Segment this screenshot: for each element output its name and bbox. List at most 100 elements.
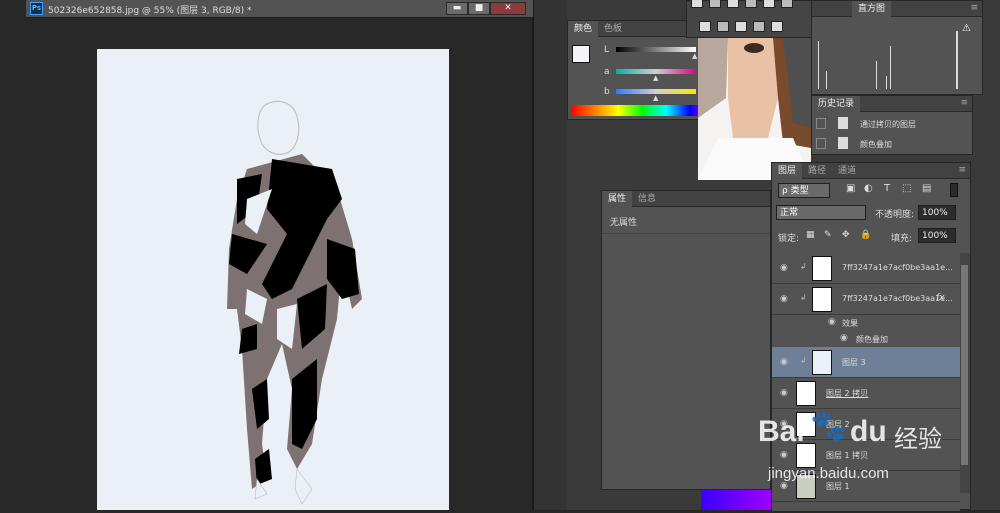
lock-transparent-icon[interactable]: ▦ bbox=[806, 230, 815, 240]
tab-layers[interactable]: 图层 bbox=[772, 163, 803, 179]
l-slider[interactable] bbox=[616, 47, 696, 52]
color-lookup-icon[interactable] bbox=[781, 0, 793, 8]
navigator-preview[interactable] bbox=[698, 38, 811, 180]
maximize-button[interactable]: ■ bbox=[468, 2, 490, 15]
history-panel: 历史记录 ≡ 通过拷贝的图层 颜色叠加 bbox=[811, 95, 973, 155]
selective-color-icon[interactable] bbox=[753, 21, 765, 32]
tab-color[interactable]: 颜色 bbox=[568, 21, 599, 37]
layer-name: 图层 2 拷贝 bbox=[826, 389, 869, 398]
lock-position-icon[interactable]: ✥ bbox=[842, 230, 850, 240]
visibility-eye-icon[interactable]: ◉ bbox=[780, 388, 792, 398]
lock-label: 锁定: bbox=[778, 234, 800, 244]
layer-row[interactable]: ◉ ↲ 7ff3247a1e7acf0be3aa1e... fx bbox=[772, 284, 960, 315]
b-slider-thumb-icon[interactable]: ▲ bbox=[653, 94, 658, 102]
balance-icon[interactable] bbox=[709, 0, 721, 8]
clip-arrow-icon: ↲ bbox=[800, 293, 807, 302]
clip-arrow-icon: ↲ bbox=[800, 356, 807, 365]
panel-menu-icon[interactable]: ≡ bbox=[970, 3, 978, 13]
lock-all-icon[interactable]: 🔒 bbox=[860, 230, 871, 240]
posterize-icon[interactable] bbox=[717, 21, 729, 32]
filter-type-icon[interactable]: T bbox=[884, 183, 890, 194]
a-slider-thumb-icon[interactable]: ▲ bbox=[653, 74, 658, 82]
tab-swatches[interactable]: 色板 bbox=[598, 21, 628, 37]
baidu-watermark: Bai 🐾 du 经验 jingyan.baidu.com bbox=[758, 409, 948, 495]
effect-item-row[interactable]: ◉ 颜色叠加 bbox=[772, 331, 960, 347]
history-item[interactable]: 通过拷贝的图层 bbox=[812, 114, 972, 133]
warning-icon[interactable]: ⚠ bbox=[962, 23, 971, 34]
tab-channels[interactable]: 通道 bbox=[832, 163, 862, 179]
panel-menu-icon[interactable]: ≡ bbox=[960, 98, 968, 108]
watermark-url: jingyan.baidu.com bbox=[768, 465, 889, 482]
channel-mixer-icon[interactable] bbox=[763, 0, 775, 8]
right-ruler bbox=[971, 162, 1000, 510]
fx-icon[interactable]: fx bbox=[936, 293, 945, 303]
invert-icon[interactable] bbox=[699, 21, 711, 32]
opacity-label: 不透明度: bbox=[875, 210, 915, 220]
visibility-eye-icon[interactable]: ◉ bbox=[780, 263, 792, 273]
levels-icon[interactable] bbox=[691, 0, 703, 8]
filter-pixel-icon[interactable]: ▣ bbox=[846, 183, 855, 194]
opacity-field[interactable]: 100% bbox=[918, 205, 956, 220]
properties-panel: 属性 信息 无属性 bbox=[601, 190, 771, 490]
panel-menu-icon[interactable]: ≡ bbox=[958, 165, 966, 175]
fill-field[interactable]: 100% bbox=[918, 228, 956, 243]
layer-row[interactable]: ◉ 图层 2 拷贝 bbox=[772, 378, 960, 409]
document-title: 502326e652858.jpg @ 55% (图层 3, RGB/8) * bbox=[48, 6, 252, 16]
layers-scrollbar[interactable] bbox=[960, 253, 970, 493]
history-checkbox[interactable] bbox=[816, 138, 826, 149]
layer-row[interactable]: ◉ ↲ 7ff3247a1e7acf0be3aa1e... bbox=[772, 253, 960, 284]
lock-image-icon[interactable]: ✎ bbox=[824, 230, 832, 240]
layer-thumbnail bbox=[812, 256, 832, 281]
document-icon bbox=[838, 117, 848, 129]
l-slider-thumb-icon[interactable]: ▲ bbox=[692, 52, 697, 60]
photoshop-logo-icon: Ps bbox=[30, 2, 43, 15]
paw-icon: 🐾 bbox=[810, 409, 848, 444]
blend-mode-select[interactable]: 正常 bbox=[776, 205, 866, 220]
minimize-button[interactable]: ▬ bbox=[446, 2, 468, 15]
filter-toggle[interactable] bbox=[950, 183, 958, 197]
visibility-eye-icon[interactable]: ◉ bbox=[780, 294, 792, 304]
tab-paths[interactable]: 路径 bbox=[802, 163, 832, 179]
photo-filter-icon[interactable] bbox=[745, 0, 757, 8]
gradient-map-icon[interactable] bbox=[771, 21, 783, 32]
effects-label: 效果 bbox=[842, 319, 858, 328]
fill-label: 填充: bbox=[891, 234, 913, 244]
watermark-brand: Bai bbox=[758, 415, 805, 448]
tab-navigator[interactable] bbox=[812, 1, 824, 17]
watermark-cn: 经验 bbox=[894, 425, 942, 453]
scrollbar-thumb[interactable] bbox=[961, 265, 968, 465]
portrait-photo bbox=[698, 38, 811, 180]
history-item[interactable]: 颜色叠加 bbox=[812, 134, 972, 153]
history-item-label: 通过拷贝的图层 bbox=[860, 120, 916, 129]
walking-man-artwork bbox=[227, 100, 362, 505]
tab-properties[interactable]: 属性 bbox=[602, 191, 633, 207]
tab-info[interactable]: 信息 bbox=[632, 191, 662, 207]
filter-shape-icon[interactable]: ⬚ bbox=[902, 183, 911, 194]
visibility-eye-icon[interactable]: ◉ bbox=[840, 333, 848, 343]
histogram-panel: 直方图 ≡ ⚠ bbox=[811, 0, 983, 95]
document-icon bbox=[838, 137, 848, 149]
tab-history[interactable]: 历史记录 bbox=[812, 96, 861, 112]
effect-item-label: 颜色叠加 bbox=[856, 335, 888, 344]
visibility-eye-icon[interactable]: ◉ bbox=[780, 357, 792, 367]
channel-a-label: a bbox=[604, 67, 610, 77]
filter-kind-select[interactable]: ρ 类型 bbox=[778, 183, 830, 198]
layer-thumbnail bbox=[812, 350, 832, 375]
layer-name: 7ff3247a1e7acf0be3aa1e... bbox=[842, 263, 953, 272]
tab-histogram[interactable]: 直方图 bbox=[852, 1, 892, 17]
histogram-bars bbox=[818, 31, 958, 89]
history-checkbox[interactable] bbox=[816, 118, 826, 129]
layer-name: 图层 3 bbox=[842, 358, 866, 367]
visibility-eye-icon[interactable]: ◉ bbox=[828, 317, 836, 327]
channel-l-label: L bbox=[604, 45, 610, 55]
document-canvas[interactable] bbox=[97, 49, 449, 510]
foreground-color-swatch[interactable] bbox=[572, 45, 590, 63]
threshold-icon[interactable] bbox=[735, 21, 747, 32]
effects-row[interactable]: ◉ 效果 bbox=[772, 315, 960, 331]
filter-adjustment-icon[interactable]: ◐ bbox=[864, 183, 873, 194]
close-button[interactable]: ✕ bbox=[490, 2, 526, 15]
black-white-icon[interactable] bbox=[727, 0, 739, 8]
channel-b-label: b bbox=[604, 87, 610, 97]
layer-row-selected[interactable]: ◉ ↲ 图层 3 bbox=[772, 347, 960, 378]
filter-smart-object-icon[interactable]: ▤ bbox=[922, 183, 931, 194]
